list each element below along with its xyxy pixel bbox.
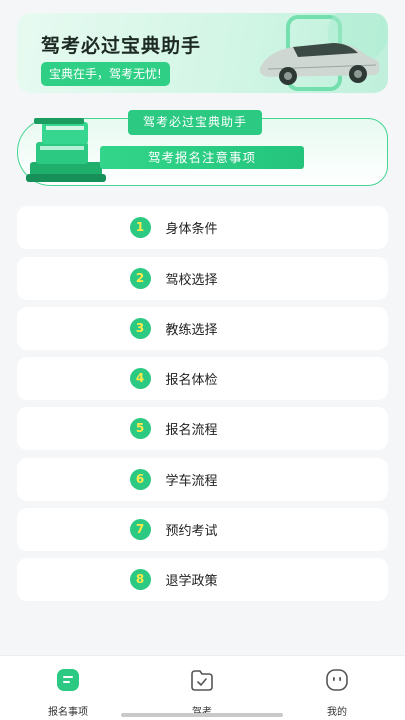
nav-label: 我的	[327, 707, 347, 718]
home-indicator	[121, 713, 283, 717]
list-item-exam-booking[interactable]: 7 预约考试	[17, 508, 388, 551]
bottom-nav: 报名事项 驾考 我的	[0, 655, 405, 720]
list-item-school-selection[interactable]: 2 驾校选择	[17, 257, 388, 300]
folder-check-icon	[191, 670, 213, 691]
list-item-learning-process[interactable]: 6 学车流程	[17, 458, 388, 501]
notice-title: 驾考报名注意事项	[100, 146, 304, 169]
notice-tab: 驾考必过宝典助手	[128, 110, 262, 135]
item-label: 报名流程	[165, 423, 218, 438]
banner-title: 驾考必过宝典助手	[41, 35, 202, 57]
nav-tab-registration[interactable]: 报名事项	[18, 656, 118, 720]
face-icon	[326, 669, 348, 691]
item-number-badge: 8	[129, 569, 151, 590]
list-item-registration-process[interactable]: 5 报名流程	[17, 407, 388, 450]
item-number-badge: 7	[129, 519, 151, 540]
item-number-badge: 6	[129, 469, 151, 490]
banner-slogan: 宝典在手，驾考无忧!	[41, 62, 170, 86]
item-number-badge: 1	[129, 217, 151, 238]
item-label: 驾校选择	[165, 273, 218, 288]
list-item-body-conditions[interactable]: 1 身体条件	[17, 206, 388, 249]
document-icon	[57, 669, 79, 691]
item-number-badge: 5	[129, 418, 151, 439]
item-number-badge: 4	[129, 368, 151, 389]
item-label: 报名体检	[165, 373, 218, 388]
item-label: 教练选择	[165, 323, 218, 338]
item-number-badge: 2	[129, 268, 151, 289]
car-illustration-icon	[259, 13, 388, 91]
item-label: 身体条件	[165, 222, 218, 237]
nav-tab-driving-test[interactable]: 驾考	[152, 656, 252, 720]
list-item-coach-selection[interactable]: 3 教练选择	[17, 307, 388, 350]
nav-label: 报名事项	[48, 707, 88, 718]
item-label: 预约考试	[165, 524, 218, 539]
item-label: 学车流程	[165, 474, 218, 489]
list-item-withdrawal-policy[interactable]: 8 退学政策	[17, 558, 388, 601]
list-item-medical-exam[interactable]: 4 报名体检	[17, 357, 388, 400]
books-illustration-icon	[26, 118, 106, 182]
app-banner: 驾考必过宝典助手 宝典在手，驾考无忧!	[17, 13, 388, 93]
nav-tab-mine[interactable]: 我的	[287, 656, 387, 720]
item-label: 退学政策	[165, 574, 218, 589]
item-number-badge: 3	[129, 318, 151, 339]
